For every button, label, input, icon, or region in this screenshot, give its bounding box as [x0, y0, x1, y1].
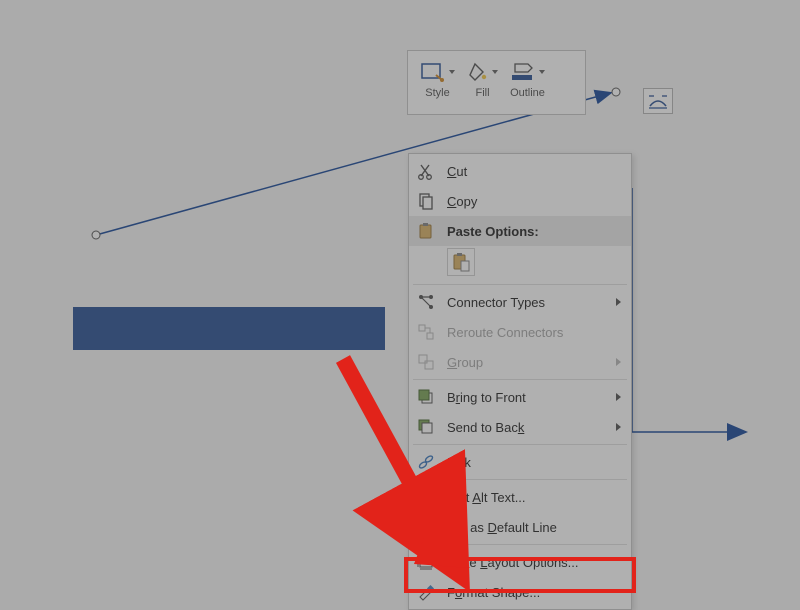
mini-toolbar: Style Fill Outline [407, 50, 586, 115]
copy-icon [415, 190, 437, 212]
fill-label: Fill [475, 87, 489, 99]
menu-send-to-back[interactable]: Send to Back [409, 412, 631, 442]
paste-options-row [409, 246, 631, 282]
menu-link-label: Link [447, 455, 621, 470]
menu-bring-front-label: Bring to Front [447, 390, 606, 405]
style-label: Style [425, 87, 449, 99]
menu-link[interactable]: Link [409, 447, 631, 477]
submenu-arrow-icon [616, 423, 621, 431]
paste-clipboard-icon [451, 252, 471, 272]
outline-label: Outline [510, 87, 545, 99]
menu-edit-alt-text[interactable]: Edit Alt Text... [409, 482, 631, 512]
submenu-arrow-icon [616, 298, 621, 306]
style-icon [420, 61, 446, 83]
menu-copy[interactable]: Copy [409, 186, 631, 216]
menu-format-shape-label: Format Shape... [447, 585, 621, 600]
link-icon [415, 451, 437, 473]
menu-cut[interactable]: Cut [409, 156, 631, 186]
menu-set-default-line[interactable]: Set as Default Line [409, 512, 631, 542]
menu-bring-to-front[interactable]: Bring to Front [409, 382, 631, 412]
menu-more-layout-options[interactable]: More Layout Options... [409, 547, 631, 577]
menu-cut-label: Cut [447, 164, 621, 179]
send-back-icon [415, 416, 437, 438]
submenu-arrow-icon [616, 393, 621, 401]
reroute-icon [415, 321, 437, 343]
menu-paste-options-label: Paste Options: [447, 224, 621, 239]
bring-front-icon [415, 386, 437, 408]
menu-default-line-label: Set as Default Line [447, 520, 621, 535]
menu-edit-alt-label: Edit Alt Text... [447, 490, 621, 505]
menu-copy-label: Copy [447, 194, 621, 209]
size-position-icon [415, 551, 437, 573]
menu-more-layout-label: More Layout Options... [447, 555, 621, 570]
layout-options-button[interactable] [643, 88, 673, 114]
menu-group-label: Group [447, 355, 606, 370]
menu-group: Group [409, 347, 631, 377]
menu-connector-types[interactable]: Connector Types [409, 287, 631, 317]
style-dropdown[interactable]: Style [416, 57, 459, 101]
menu-send-back-label: Send to Back [447, 420, 606, 435]
format-shape-icon [415, 581, 437, 603]
menu-separator [413, 284, 627, 285]
layout-options-icon [648, 92, 668, 110]
menu-reroute-label: Reroute Connectors [447, 325, 621, 340]
paste-option-button[interactable] [447, 248, 475, 276]
connectors-icon [415, 291, 437, 313]
submenu-arrow-icon [616, 358, 621, 366]
menu-paste-options-header: Paste Options: [409, 216, 631, 246]
chevron-down-icon [539, 70, 545, 74]
menu-separator [413, 444, 627, 445]
blank-icon [415, 516, 437, 538]
menu-separator [413, 544, 627, 545]
picture-icon [415, 486, 437, 508]
horizontal-arrow-connector[interactable] [0, 0, 800, 610]
menu-format-shape[interactable]: Format Shape... [409, 577, 631, 607]
menu-reroute-connectors: Reroute Connectors [409, 317, 631, 347]
menu-connector-types-label: Connector Types [447, 295, 606, 310]
context-menu: Cut Copy Paste Options: Connector Types [408, 153, 632, 610]
chevron-down-icon [449, 70, 455, 74]
paste-icon [415, 220, 437, 242]
outline-dropdown[interactable]: Outline [506, 57, 549, 101]
outline-icon [510, 61, 536, 83]
menu-separator [413, 479, 627, 480]
cut-icon [415, 160, 437, 182]
fill-icon [467, 61, 489, 83]
fill-dropdown[interactable]: Fill [463, 57, 502, 101]
chevron-down-icon [492, 70, 498, 74]
menu-separator [413, 379, 627, 380]
group-icon [415, 351, 437, 373]
